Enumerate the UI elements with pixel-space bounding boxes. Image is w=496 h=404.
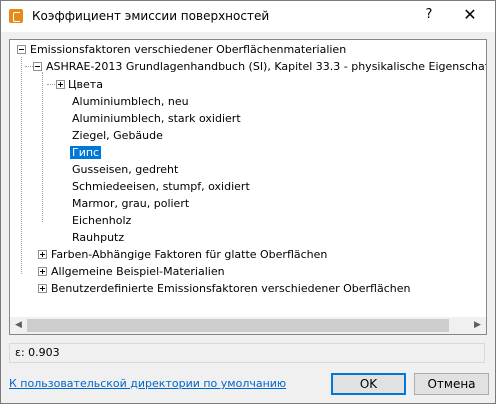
tree-line [21, 57, 22, 274]
tree-item[interactable]: Eichenholz [72, 212, 131, 229]
tree-item-selected[interactable]: Гипс [70, 144, 102, 161]
tree-item[interactable]: Ziegel, Gebäude [72, 127, 163, 144]
default-directory-link[interactable]: К пользовательской директории по умолчан… [9, 377, 286, 390]
tree-item[interactable]: Rauhputz [72, 229, 124, 246]
tree-item-ashrae[interactable]: ASHRAE-2013 Grundlagenhandbuch (SI), Kap… [46, 58, 486, 75]
title-bar: Коэффициент эмиссии поверхностей ? ✕ [1, 1, 495, 32]
scroll-thumb[interactable] [27, 319, 449, 332]
window-title: Коэффициент эмиссии поверхностей [32, 9, 270, 23]
expand-toggle[interactable] [56, 80, 65, 89]
collapse-toggle[interactable] [17, 45, 26, 54]
tree-item[interactable]: Marmor, grau, poliert [72, 195, 189, 212]
tree-line [42, 72, 43, 222]
dialog-window: Коэффициент эмиссии поверхностей ? ✕ Emi… [0, 0, 496, 404]
tree-item[interactable]: Aluminiumblech, neu [72, 93, 189, 110]
epsilon-readout: ε: 0.903 [9, 343, 485, 363]
tree-item[interactable]: Aluminiumblech, stark oxidiert [72, 110, 241, 127]
scroll-right-icon[interactable]: ▶ [469, 317, 486, 334]
tree-item-colors-factors[interactable]: Farben-Abhängige Faktoren für glatte Obe… [51, 246, 327, 263]
expand-toggle[interactable] [38, 284, 47, 293]
cancel-button[interactable]: Отмена [414, 373, 489, 395]
tree-viewport: Emissionsfaktoren verschiedener Oberfläc… [10, 40, 486, 316]
tree-item-colors[interactable]: Цвета [68, 76, 103, 93]
tree-item-general[interactable]: Allgemeine Beispiel-Materialien [51, 263, 225, 280]
tree-item[interactable]: Schmiedeeisen, stumpf, oxidiert [72, 178, 250, 195]
horizontal-scrollbar[interactable]: ◀ ▶ [10, 317, 486, 334]
tree-item-root[interactable]: Emissionsfaktoren verschiedener Oberfläc… [30, 41, 346, 58]
collapse-toggle[interactable] [33, 62, 42, 71]
expand-toggle[interactable] [38, 267, 47, 276]
close-button[interactable]: ✕ [462, 6, 478, 24]
expand-toggle[interactable] [38, 250, 47, 259]
scroll-left-icon[interactable]: ◀ [10, 317, 27, 334]
app-icon [9, 9, 23, 23]
emission-tree[interactable]: Emissionsfaktoren verschiedener Oberfläc… [9, 39, 487, 335]
help-button[interactable]: ? [422, 7, 436, 25]
tree-item[interactable]: Gusseisen, gedreht [72, 161, 178, 178]
ok-button[interactable]: OK [331, 373, 406, 395]
selected-item-label: Гипс [70, 146, 102, 159]
tree-item-user-defined[interactable]: Benutzerdefinierte Emissionsfaktoren ver… [51, 280, 410, 297]
